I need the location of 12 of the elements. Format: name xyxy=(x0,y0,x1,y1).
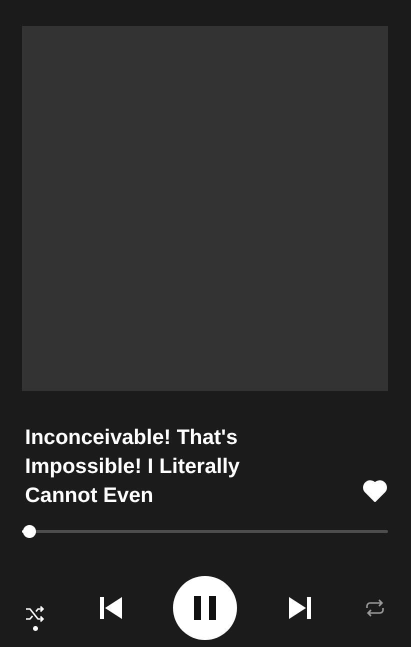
like-button[interactable] xyxy=(363,480,387,502)
pause-icon xyxy=(194,596,216,620)
track-title: Inconceivable! That's Impossible! I Literally Cannot Even xyxy=(25,425,241,509)
heart-icon xyxy=(363,480,387,502)
shuffle-icon xyxy=(25,606,45,622)
progress-track[interactable] xyxy=(22,530,388,533)
next-icon xyxy=(288,596,312,620)
previous-icon xyxy=(98,596,122,620)
previous-button[interactable] xyxy=(98,596,124,620)
progress-handle[interactable] xyxy=(23,525,36,538)
next-button[interactable] xyxy=(286,596,312,620)
repeat-icon xyxy=(364,599,386,617)
